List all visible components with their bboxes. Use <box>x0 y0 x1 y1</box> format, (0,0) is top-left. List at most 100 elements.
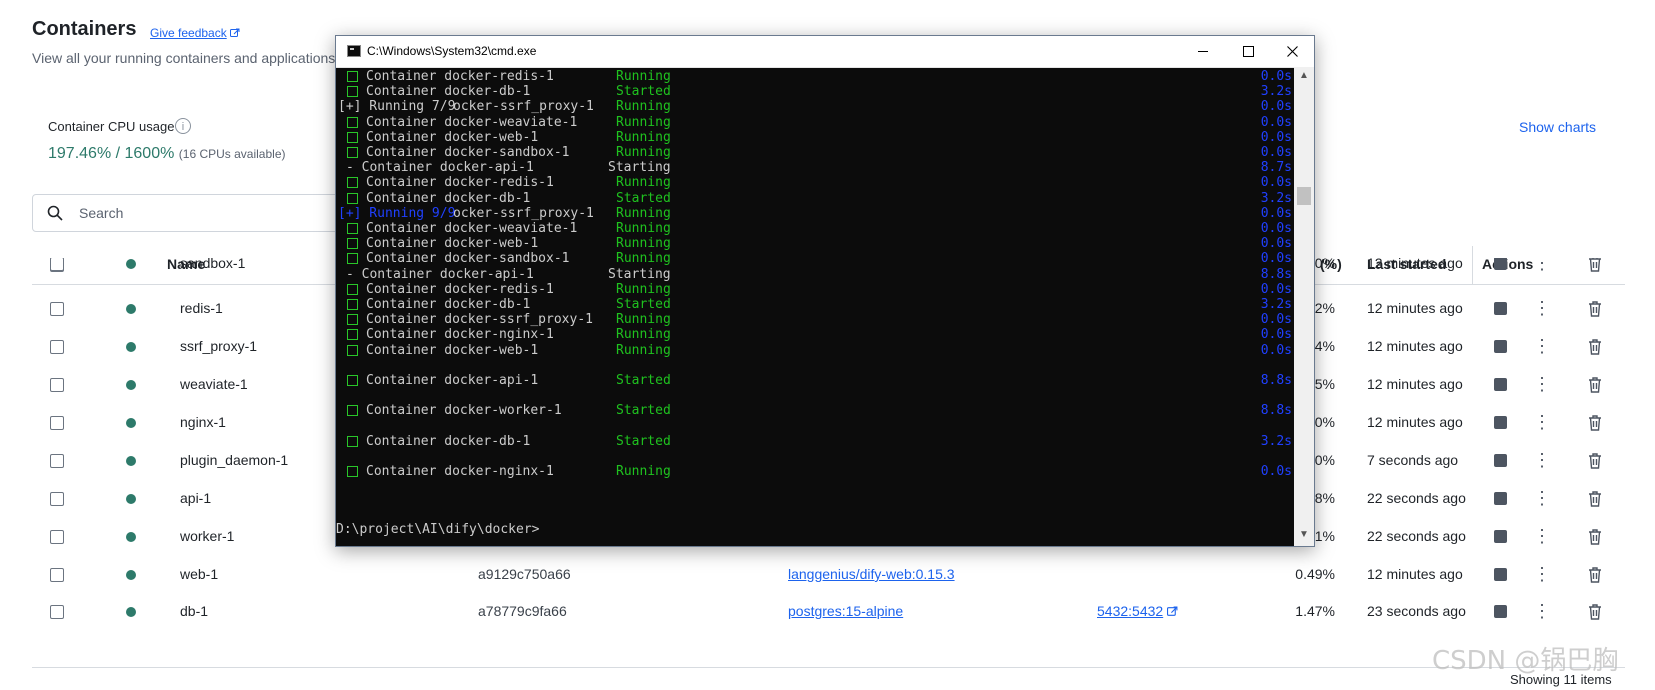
maximize-button[interactable] <box>1225 36 1270 67</box>
scrollbar-thumb[interactable] <box>1297 187 1311 205</box>
cpu-usage-number: 197.46% / 1600% <box>48 145 175 162</box>
delete-icon[interactable] <box>1587 258 1603 273</box>
more-options-icon[interactable]: ⋮ <box>1532 525 1552 549</box>
search-icon <box>47 205 63 221</box>
row-checkbox[interactable] <box>50 302 64 316</box>
line-text: Container docker-web-1 <box>366 130 539 145</box>
more-options-icon[interactable]: ⋮ <box>1532 297 1552 321</box>
cmd-titlebar[interactable]: C:\Windows\System32\cmd.exe <box>336 36 1314 68</box>
cmd-window[interactable]: C:\Windows\System32\cmd.exe Container do… <box>335 35 1315 547</box>
more-options-icon[interactable]: ⋮ <box>1532 258 1552 276</box>
stop-button[interactable] <box>1494 492 1507 505</box>
watermark: CSDN @锅巴胸 <box>1432 646 1619 676</box>
container-name[interactable]: nginx-1 <box>180 414 226 430</box>
terminal-line: Container docker-db-1 Started 3.2s <box>336 84 1292 100</box>
port-link[interactable]: 5432:5432 <box>1097 603 1178 619</box>
status-box-icon <box>347 466 358 477</box>
container-name[interactable]: ssrf_proxy-1 <box>180 338 257 354</box>
line-text: Container docker-db-1 <box>366 191 531 206</box>
container-name[interactable]: plugin_daemon-1 <box>180 452 288 468</box>
stop-button[interactable] <box>1494 454 1507 467</box>
delete-icon[interactable] <box>1587 414 1603 432</box>
container-name[interactable]: worker-1 <box>180 528 234 544</box>
container-name[interactable]: web-1 <box>180 566 218 582</box>
stop-button[interactable] <box>1494 530 1507 543</box>
show-charts-button[interactable]: Show charts <box>1519 119 1596 135</box>
row-checkbox[interactable] <box>50 378 64 392</box>
delete-icon[interactable] <box>1587 300 1603 318</box>
more-options-icon[interactable]: ⋮ <box>1532 600 1552 624</box>
delete-icon[interactable] <box>1587 452 1603 470</box>
image-link[interactable]: langgenius/dify-web:0.15.3 <box>788 566 955 582</box>
give-feedback-link[interactable]: Give feedback <box>150 26 240 40</box>
stop-button[interactable] <box>1494 605 1507 618</box>
row-checkbox[interactable] <box>50 258 64 271</box>
terminal-line: Container docker-redis-1 Running 0.0s <box>336 282 1292 298</box>
terminal-line: Container docker-db-1 Started 3.2s <box>336 297 1292 313</box>
container-name[interactable]: sandbox-1 <box>180 258 245 271</box>
line-status: Starting <box>608 267 671 282</box>
more-options-icon[interactable]: ⋮ <box>1532 335 1552 359</box>
image-link[interactable]: postgres:15-alpine <box>788 603 903 619</box>
stop-button[interactable] <box>1494 568 1507 581</box>
line-status: Running <box>616 312 671 327</box>
terminal-line: - Container docker-api-1 Starting 8.7s <box>336 160 1292 176</box>
container-id: a78779c9fa66 <box>478 603 567 619</box>
container-name[interactable]: api-1 <box>180 490 211 506</box>
stop-button[interactable] <box>1494 378 1507 391</box>
more-options-icon[interactable]: ⋮ <box>1532 411 1552 435</box>
status-dot <box>126 380 136 390</box>
scroll-down-icon[interactable]: ▼ <box>1298 529 1310 541</box>
line-text: Container docker-weaviate-1 <box>366 115 578 130</box>
close-button[interactable] <box>1270 36 1315 67</box>
row-checkbox[interactable] <box>50 416 64 430</box>
page-subtitle: View all your running containers and app… <box>32 50 340 66</box>
table-row[interactable]: web-1 a9129c750a66 langgenius/dify-web:0.1… <box>32 555 1625 595</box>
delete-icon[interactable] <box>1587 528 1603 546</box>
container-name[interactable]: weaviate-1 <box>180 376 248 392</box>
status-box-icon <box>347 405 358 416</box>
table-row[interactable]: db-1 a78779c9fa66 postgres:15-alpine 5432:5… <box>32 592 1625 632</box>
stop-button[interactable] <box>1494 416 1507 429</box>
stop-button[interactable] <box>1494 258 1507 270</box>
more-options-icon[interactable]: ⋮ <box>1532 487 1552 511</box>
row-checkbox[interactable] <box>50 454 64 468</box>
container-name[interactable]: db-1 <box>180 603 208 619</box>
more-options-icon[interactable]: ⋮ <box>1532 563 1552 587</box>
terminal-line: Container docker-sandbox-1 Running 0.0s <box>336 145 1292 161</box>
row-checkbox[interactable] <box>50 340 64 354</box>
stop-button[interactable] <box>1494 302 1507 315</box>
delete-icon[interactable] <box>1587 566 1603 584</box>
row-checkbox[interactable] <box>50 530 64 544</box>
row-checkbox[interactable] <box>50 568 64 582</box>
status-box-icon <box>347 177 358 188</box>
status-dot <box>126 532 136 542</box>
delete-icon[interactable] <box>1587 603 1603 621</box>
terminal-prompt[interactable]: D:\project\AI\dify\docker> <box>336 522 540 537</box>
more-options-icon[interactable]: ⋮ <box>1532 373 1552 397</box>
delete-icon[interactable] <box>1587 376 1603 394</box>
status-box-icon <box>347 284 358 295</box>
line-time: 8.8s <box>1260 373 1292 388</box>
status-box-icon <box>347 436 358 447</box>
delete-icon[interactable] <box>1587 490 1603 508</box>
info-icon[interactable]: i <box>175 118 191 134</box>
status-box-icon <box>347 345 358 356</box>
row-checkbox[interactable] <box>50 605 64 619</box>
minimize-button[interactable] <box>1180 36 1225 67</box>
delete-icon[interactable] <box>1587 338 1603 356</box>
scroll-up-icon[interactable]: ▲ <box>1298 70 1310 82</box>
search-input[interactable]: Search <box>32 194 352 232</box>
row-checkbox[interactable] <box>50 492 64 506</box>
line-time: 0.0s <box>1260 327 1292 342</box>
line-status: Started <box>616 191 671 206</box>
terminal-scrollbar[interactable]: ▲ ▼ <box>1294 67 1314 546</box>
status-box-icon <box>347 238 358 249</box>
terminal-output[interactable]: Container docker-redis-1 Running 0.0s Conta… <box>336 67 1294 546</box>
stop-button[interactable] <box>1494 340 1507 353</box>
line-text: Container docker-web-1 <box>366 236 539 251</box>
more-options-icon[interactable]: ⋮ <box>1532 449 1552 473</box>
line-text: Container docker-ssrf_proxy-1 <box>366 312 593 327</box>
container-name[interactable]: redis-1 <box>180 300 223 316</box>
